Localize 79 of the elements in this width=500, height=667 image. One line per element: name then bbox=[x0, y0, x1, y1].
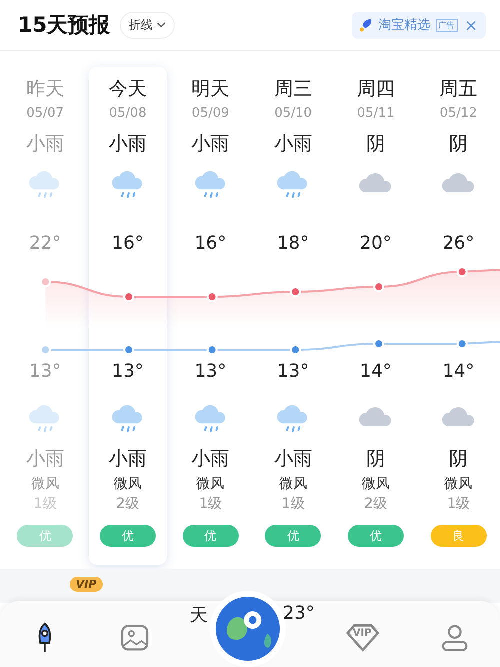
high-temperature: 16° bbox=[112, 233, 144, 256]
night-condition: 小雨 bbox=[274, 447, 312, 472]
ad-label: 淘宝精选 bbox=[378, 17, 431, 34]
air-quality-badge: 良 bbox=[430, 525, 487, 548]
ad-tag: 广告 bbox=[436, 18, 458, 32]
low-temperature: 13° bbox=[112, 361, 144, 384]
partial-text: 23° bbox=[283, 603, 315, 624]
low-temperature: 14° bbox=[442, 361, 475, 384]
low-temperature-point bbox=[40, 344, 52, 356]
night-condition: 小雨 bbox=[192, 447, 230, 472]
low-temperature: 13° bbox=[29, 361, 62, 384]
chevron-down-icon bbox=[157, 22, 166, 28]
day-condition: 阴 bbox=[366, 132, 386, 158]
day-condition: 小雨 bbox=[192, 132, 230, 158]
high-temperature-point bbox=[206, 292, 218, 303]
day-date: 05/10 bbox=[274, 106, 312, 122]
air-quality-badge: 优 bbox=[17, 525, 74, 548]
night-condition: 小雨 bbox=[108, 447, 147, 472]
wind-level: 1级 bbox=[282, 495, 305, 514]
rocket-icon bbox=[358, 17, 374, 34]
chart-style-dropdown[interactable]: 折线 bbox=[120, 12, 176, 39]
selected-day-card[interactable]: 今天 05/08 小雨 16° 13° 小雨 微风 2级 优 bbox=[88, 67, 168, 566]
day-name: 明天 bbox=[192, 77, 230, 102]
low-temperature: 14° bbox=[360, 361, 392, 384]
partial-text: 天 bbox=[190, 604, 208, 627]
day-column[interactable]: 明天 05/09 小雨 16° 13° 小雨 微风 1级 优 bbox=[171, 67, 250, 566]
high-temperature: 18° bbox=[277, 233, 310, 256]
wind-level: 1级 bbox=[199, 495, 222, 514]
day-date: 05/09 bbox=[192, 106, 230, 122]
low-temperature: 13° bbox=[194, 361, 227, 384]
day-condition: 小雨 bbox=[108, 132, 147, 158]
high-temperature-point bbox=[374, 282, 384, 293]
page-title: 15天预报 bbox=[18, 12, 110, 40]
day-date: 05/12 bbox=[440, 106, 478, 122]
low-temperature: 13° bbox=[277, 361, 310, 384]
high-temperature-point bbox=[456, 266, 468, 278]
wind-description: 微风 bbox=[362, 475, 390, 494]
air-quality-badge: 优 bbox=[100, 525, 156, 548]
day-column[interactable]: 周五 05/12 阴 26° 14° 阴 微风 1级 良 bbox=[419, 67, 498, 566]
day-date: 05/07 bbox=[26, 106, 64, 122]
day-name: 周三 bbox=[274, 77, 312, 102]
low-temperature-point bbox=[206, 344, 218, 356]
day-name: 周四 bbox=[356, 77, 395, 102]
wind-level: 1级 bbox=[447, 495, 470, 514]
air-quality-badge: 优 bbox=[182, 525, 239, 548]
low-temperature-point bbox=[124, 344, 134, 356]
night-condition: 阴 bbox=[449, 447, 468, 472]
wind-level: 2级 bbox=[116, 495, 140, 514]
day-condition: 阴 bbox=[449, 132, 468, 158]
air-quality-badge: 优 bbox=[348, 525, 404, 548]
high-temperature-point bbox=[290, 286, 302, 298]
day-name: 周五 bbox=[440, 77, 478, 102]
high-temperature-point bbox=[124, 292, 134, 303]
day-name: 今天 bbox=[108, 77, 147, 102]
night-condition: 小雨 bbox=[26, 447, 64, 472]
wind-level: 2级 bbox=[364, 495, 388, 514]
high-temperature: 22° bbox=[29, 233, 62, 256]
day-column[interactable]: 周四 05/11 阴 20° 14° 阴 微风 2级 优 bbox=[336, 67, 416, 566]
wind-description: 微风 bbox=[444, 475, 473, 494]
low-temperature-point bbox=[456, 338, 468, 350]
low-temperature-point bbox=[374, 338, 384, 350]
night-condition: 阴 bbox=[366, 447, 386, 472]
day-name: 昨天 bbox=[26, 77, 64, 102]
day-condition: 小雨 bbox=[26, 132, 64, 158]
wind-description: 微风 bbox=[114, 475, 142, 494]
air-quality-badge: 优 bbox=[265, 525, 322, 548]
day-date: 05/11 bbox=[357, 106, 395, 122]
day-date: 05/08 bbox=[109, 106, 147, 122]
day-column[interactable]: 周三 05/10 小雨 18° 13° 小雨 微风 1级 优 bbox=[254, 67, 333, 566]
wind-description: 微风 bbox=[31, 475, 60, 494]
high-temperature: 16° bbox=[194, 233, 227, 256]
day-condition: 小雨 bbox=[274, 132, 312, 158]
wind-description: 微风 bbox=[196, 475, 225, 494]
high-temperature: 26° bbox=[442, 233, 475, 256]
high-temperature-point bbox=[40, 276, 52, 288]
low-temperature-point bbox=[290, 344, 302, 356]
high-temperature: 20° bbox=[360, 233, 392, 256]
vip-badge: VIP bbox=[70, 577, 103, 592]
wind-description: 微风 bbox=[279, 475, 308, 494]
